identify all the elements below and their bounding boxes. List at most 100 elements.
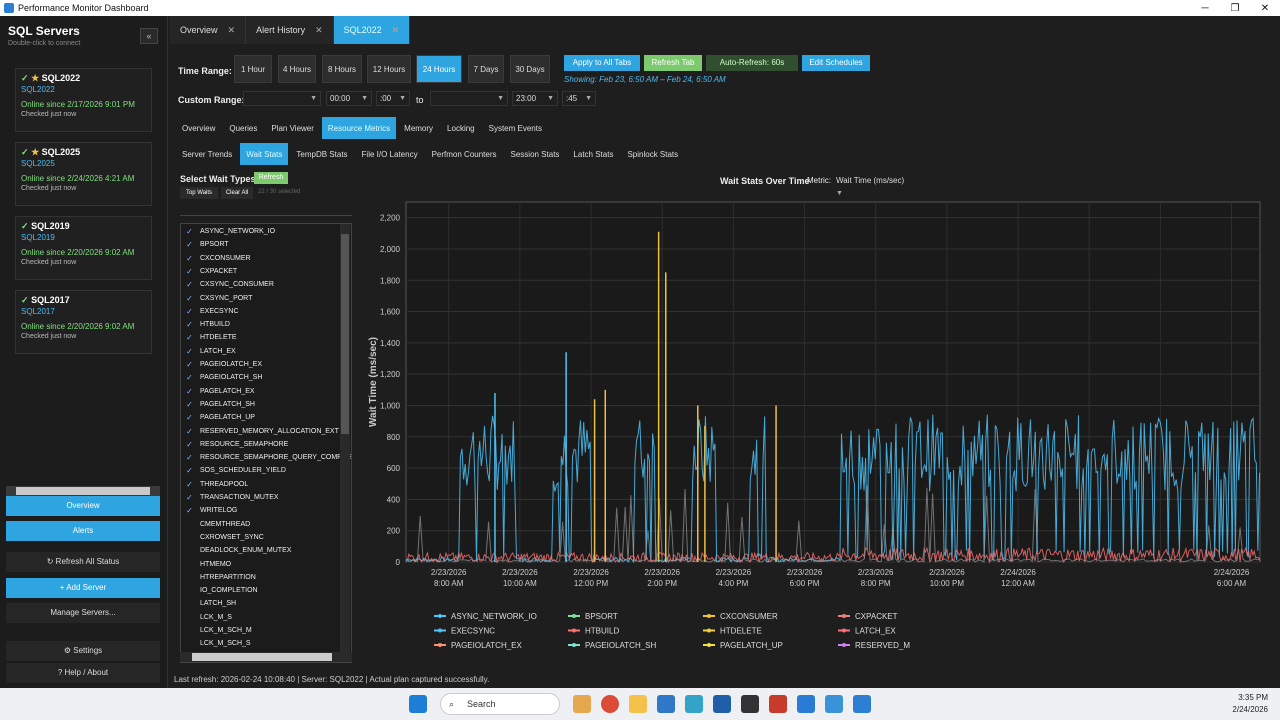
overview-button[interactable]: Overview bbox=[6, 496, 160, 516]
chrome-icon[interactable] bbox=[601, 695, 619, 713]
checkbox-checked-icon[interactable]: ✓ bbox=[185, 294, 194, 303]
apply-to-all-tabs-button[interactable]: Apply to All Tabs bbox=[564, 55, 640, 71]
checkbox-checked-icon[interactable]: ✓ bbox=[185, 240, 194, 249]
sub-tab-wait-stats[interactable]: Wait Stats bbox=[240, 143, 289, 165]
checkbox-checked-icon[interactable]: ✓ bbox=[185, 307, 194, 316]
wait-type-item[interactable]: ✓ SOS_SCHEDULER_YIELD bbox=[185, 464, 286, 477]
main-tab-resource-metrics[interactable]: Resource Metrics bbox=[321, 117, 397, 139]
manage-servers-button[interactable]: Manage Servers... bbox=[6, 603, 160, 623]
to-hour-select[interactable]: 23:00 ▼ bbox=[512, 91, 558, 106]
checkbox-checked-icon[interactable]: ✓ bbox=[185, 480, 194, 489]
time-range-8-hours-button[interactable]: 8 Hours bbox=[322, 55, 362, 83]
to-date-picker[interactable]: ▼ bbox=[430, 91, 508, 106]
wait-type-item[interactable]: CMEMTHREAD bbox=[185, 518, 250, 531]
wait-type-item[interactable]: LCK_M_SCH_S bbox=[185, 637, 251, 650]
checkbox-checked-icon[interactable]: ✓ bbox=[185, 227, 194, 236]
checkbox-unchecked-icon[interactable] bbox=[185, 533, 194, 542]
edit-schedules-button[interactable]: Edit Schedules bbox=[802, 55, 870, 71]
refresh-tab-button[interactable]: Refresh Tab bbox=[644, 55, 702, 71]
tab-overview[interactable]: Overview ✕ bbox=[170, 16, 247, 44]
checkbox-checked-icon[interactable]: ✓ bbox=[185, 387, 194, 396]
from-date-picker[interactable]: ▼ bbox=[243, 91, 321, 106]
wait-type-item[interactable]: HTMEMO bbox=[185, 558, 231, 571]
checkbox-checked-icon[interactable]: ✓ bbox=[185, 373, 194, 382]
wait-type-item[interactable]: ✓ PAGEIOLATCH_SH bbox=[185, 371, 262, 384]
checkbox-unchecked-icon[interactable] bbox=[185, 599, 194, 608]
checkbox-unchecked-icon[interactable] bbox=[185, 560, 194, 569]
time-range-4-hours-button[interactable]: 4 Hours bbox=[278, 55, 316, 83]
clear-all-button[interactable]: Clear All bbox=[221, 187, 253, 199]
wait-type-item[interactable]: LATCH_SH bbox=[185, 597, 236, 610]
sub-tab-latch-stats[interactable]: Latch Stats bbox=[567, 143, 619, 165]
main-tab-memory[interactable]: Memory bbox=[398, 117, 439, 139]
wait-filter-input[interactable] bbox=[180, 202, 352, 216]
server-card[interactable]: ✓ ★ SQL2022 SQL2022 Online since 2/17/2026… bbox=[15, 68, 152, 132]
checkbox-unchecked-icon[interactable] bbox=[185, 626, 194, 635]
wait-type-item[interactable]: CXROWSET_SYNC bbox=[185, 531, 264, 544]
auto-refresh-button[interactable]: Auto-Refresh: 60s bbox=[706, 55, 798, 71]
checkbox-checked-icon[interactable]: ✓ bbox=[185, 400, 194, 409]
terminal-icon[interactable] bbox=[741, 695, 759, 713]
wait-type-item[interactable]: ✓ HTBUILD bbox=[185, 318, 230, 331]
wait-list-horizontal-scrollbar[interactable] bbox=[180, 652, 352, 662]
checkbox-checked-icon[interactable]: ✓ bbox=[185, 453, 194, 462]
time-range-30-days-button[interactable]: 30 Days bbox=[510, 55, 550, 83]
sub-tab-spinlock-stats[interactable]: Spinlock Stats bbox=[621, 143, 684, 165]
wait-type-item[interactable]: ✓ RESERVED_MEMORY_ALLOCATION_EXT bbox=[185, 425, 339, 438]
maximize-icon[interactable]: ❐ bbox=[1220, 3, 1250, 14]
checkbox-unchecked-icon[interactable] bbox=[185, 613, 194, 622]
wait-type-item[interactable]: ✓ CXSYNC_PORT bbox=[185, 292, 252, 305]
to-minute-select[interactable]: :45 ▼ bbox=[562, 91, 596, 106]
metric-select[interactable]: Wait Time (ms/sec) ▼ bbox=[833, 175, 911, 197]
wait-type-item[interactable]: ✓ CXCONSUMER bbox=[185, 252, 250, 265]
wait-type-item[interactable]: ✓ PAGELATCH_SH bbox=[185, 398, 255, 411]
checkbox-unchecked-icon[interactable] bbox=[185, 546, 194, 555]
checkbox-checked-icon[interactable]: ✓ bbox=[185, 360, 194, 369]
close-tab-icon[interactable]: ✕ bbox=[228, 25, 236, 36]
close-tab-icon[interactable]: ✕ bbox=[392, 25, 400, 36]
time-range-1-hour-button[interactable]: 1 Hour bbox=[234, 55, 272, 83]
app-icon-1[interactable] bbox=[657, 695, 675, 713]
wait-type-item[interactable]: ✓ PAGELATCH_UP bbox=[185, 411, 255, 424]
time-range-12-hours-button[interactable]: 12 Hours bbox=[367, 55, 411, 83]
checkbox-checked-icon[interactable]: ✓ bbox=[185, 440, 194, 449]
main-tab-overview[interactable]: Overview bbox=[176, 117, 221, 139]
checkbox-checked-icon[interactable]: ✓ bbox=[185, 254, 194, 263]
wait-type-item[interactable]: ✓ BPSORT bbox=[185, 238, 229, 251]
close-tab-icon[interactable]: ✕ bbox=[315, 25, 323, 36]
main-tab-queries[interactable]: Queries bbox=[223, 117, 263, 139]
checkbox-checked-icon[interactable]: ✓ bbox=[185, 506, 194, 515]
wait-type-item[interactable]: ✓ ASYNC_NETWORK_IO bbox=[185, 225, 275, 238]
start-icon[interactable] bbox=[409, 695, 427, 713]
wait-type-item[interactable]: ✓ EXECSYNC bbox=[185, 305, 238, 318]
wait-type-item[interactable]: ✓ HTDELETE bbox=[185, 331, 236, 344]
checkbox-checked-icon[interactable]: ✓ bbox=[185, 320, 194, 329]
checkbox-checked-icon[interactable]: ✓ bbox=[185, 427, 194, 436]
sub-tab-file-i-o-latency[interactable]: File I/O Latency bbox=[356, 143, 424, 165]
time-range-7-days-button[interactable]: 7 Days bbox=[468, 55, 504, 83]
wait-refresh-button[interactable]: Refresh bbox=[254, 172, 288, 184]
sub-tab-perfmon-counters[interactable]: Perfmon Counters bbox=[426, 143, 503, 165]
widgets-icon[interactable] bbox=[573, 695, 591, 713]
checkbox-unchecked-icon[interactable] bbox=[185, 520, 194, 529]
add-server-button[interactable]: + Add Server bbox=[6, 578, 160, 598]
wait-list-scrollbar[interactable] bbox=[340, 224, 350, 654]
wait-type-item[interactable]: ✓ LATCH_EX bbox=[185, 345, 236, 358]
wait-type-item[interactable]: ✓ RESOURCE_SEMAPHORE_QUERY_COMPILE bbox=[185, 451, 351, 464]
app-icon-2[interactable] bbox=[685, 695, 703, 713]
checkbox-unchecked-icon[interactable] bbox=[185, 586, 194, 595]
sub-tab-tempdb-stats[interactable]: TempDB Stats bbox=[290, 143, 353, 165]
checkbox-checked-icon[interactable]: ✓ bbox=[185, 267, 194, 276]
taskbar-search[interactable]: ⌕ Search bbox=[440, 693, 560, 715]
app-icon-5[interactable] bbox=[825, 695, 843, 713]
main-tab-plan-viewer[interactable]: Plan Viewer bbox=[265, 117, 320, 139]
tab-alert-history[interactable]: Alert History ✕ bbox=[246, 16, 334, 44]
sub-tab-session-stats[interactable]: Session Stats bbox=[505, 143, 566, 165]
app-icon-3[interactable] bbox=[713, 695, 731, 713]
wait-type-item[interactable]: ✓ RESOURCE_SEMAPHORE bbox=[185, 438, 288, 451]
sub-tab-server-trends[interactable]: Server Trends bbox=[176, 143, 238, 165]
server-card[interactable]: ✓ SQL2019 SQL2019 Online since 2/20/2026 9… bbox=[15, 216, 152, 280]
wait-type-item[interactable]: ✓ PAGELATCH_EX bbox=[185, 385, 254, 398]
collapse-sidebar-button[interactable]: « bbox=[140, 28, 158, 44]
wait-type-item[interactable]: LCK_M_SCH_M bbox=[185, 624, 252, 637]
